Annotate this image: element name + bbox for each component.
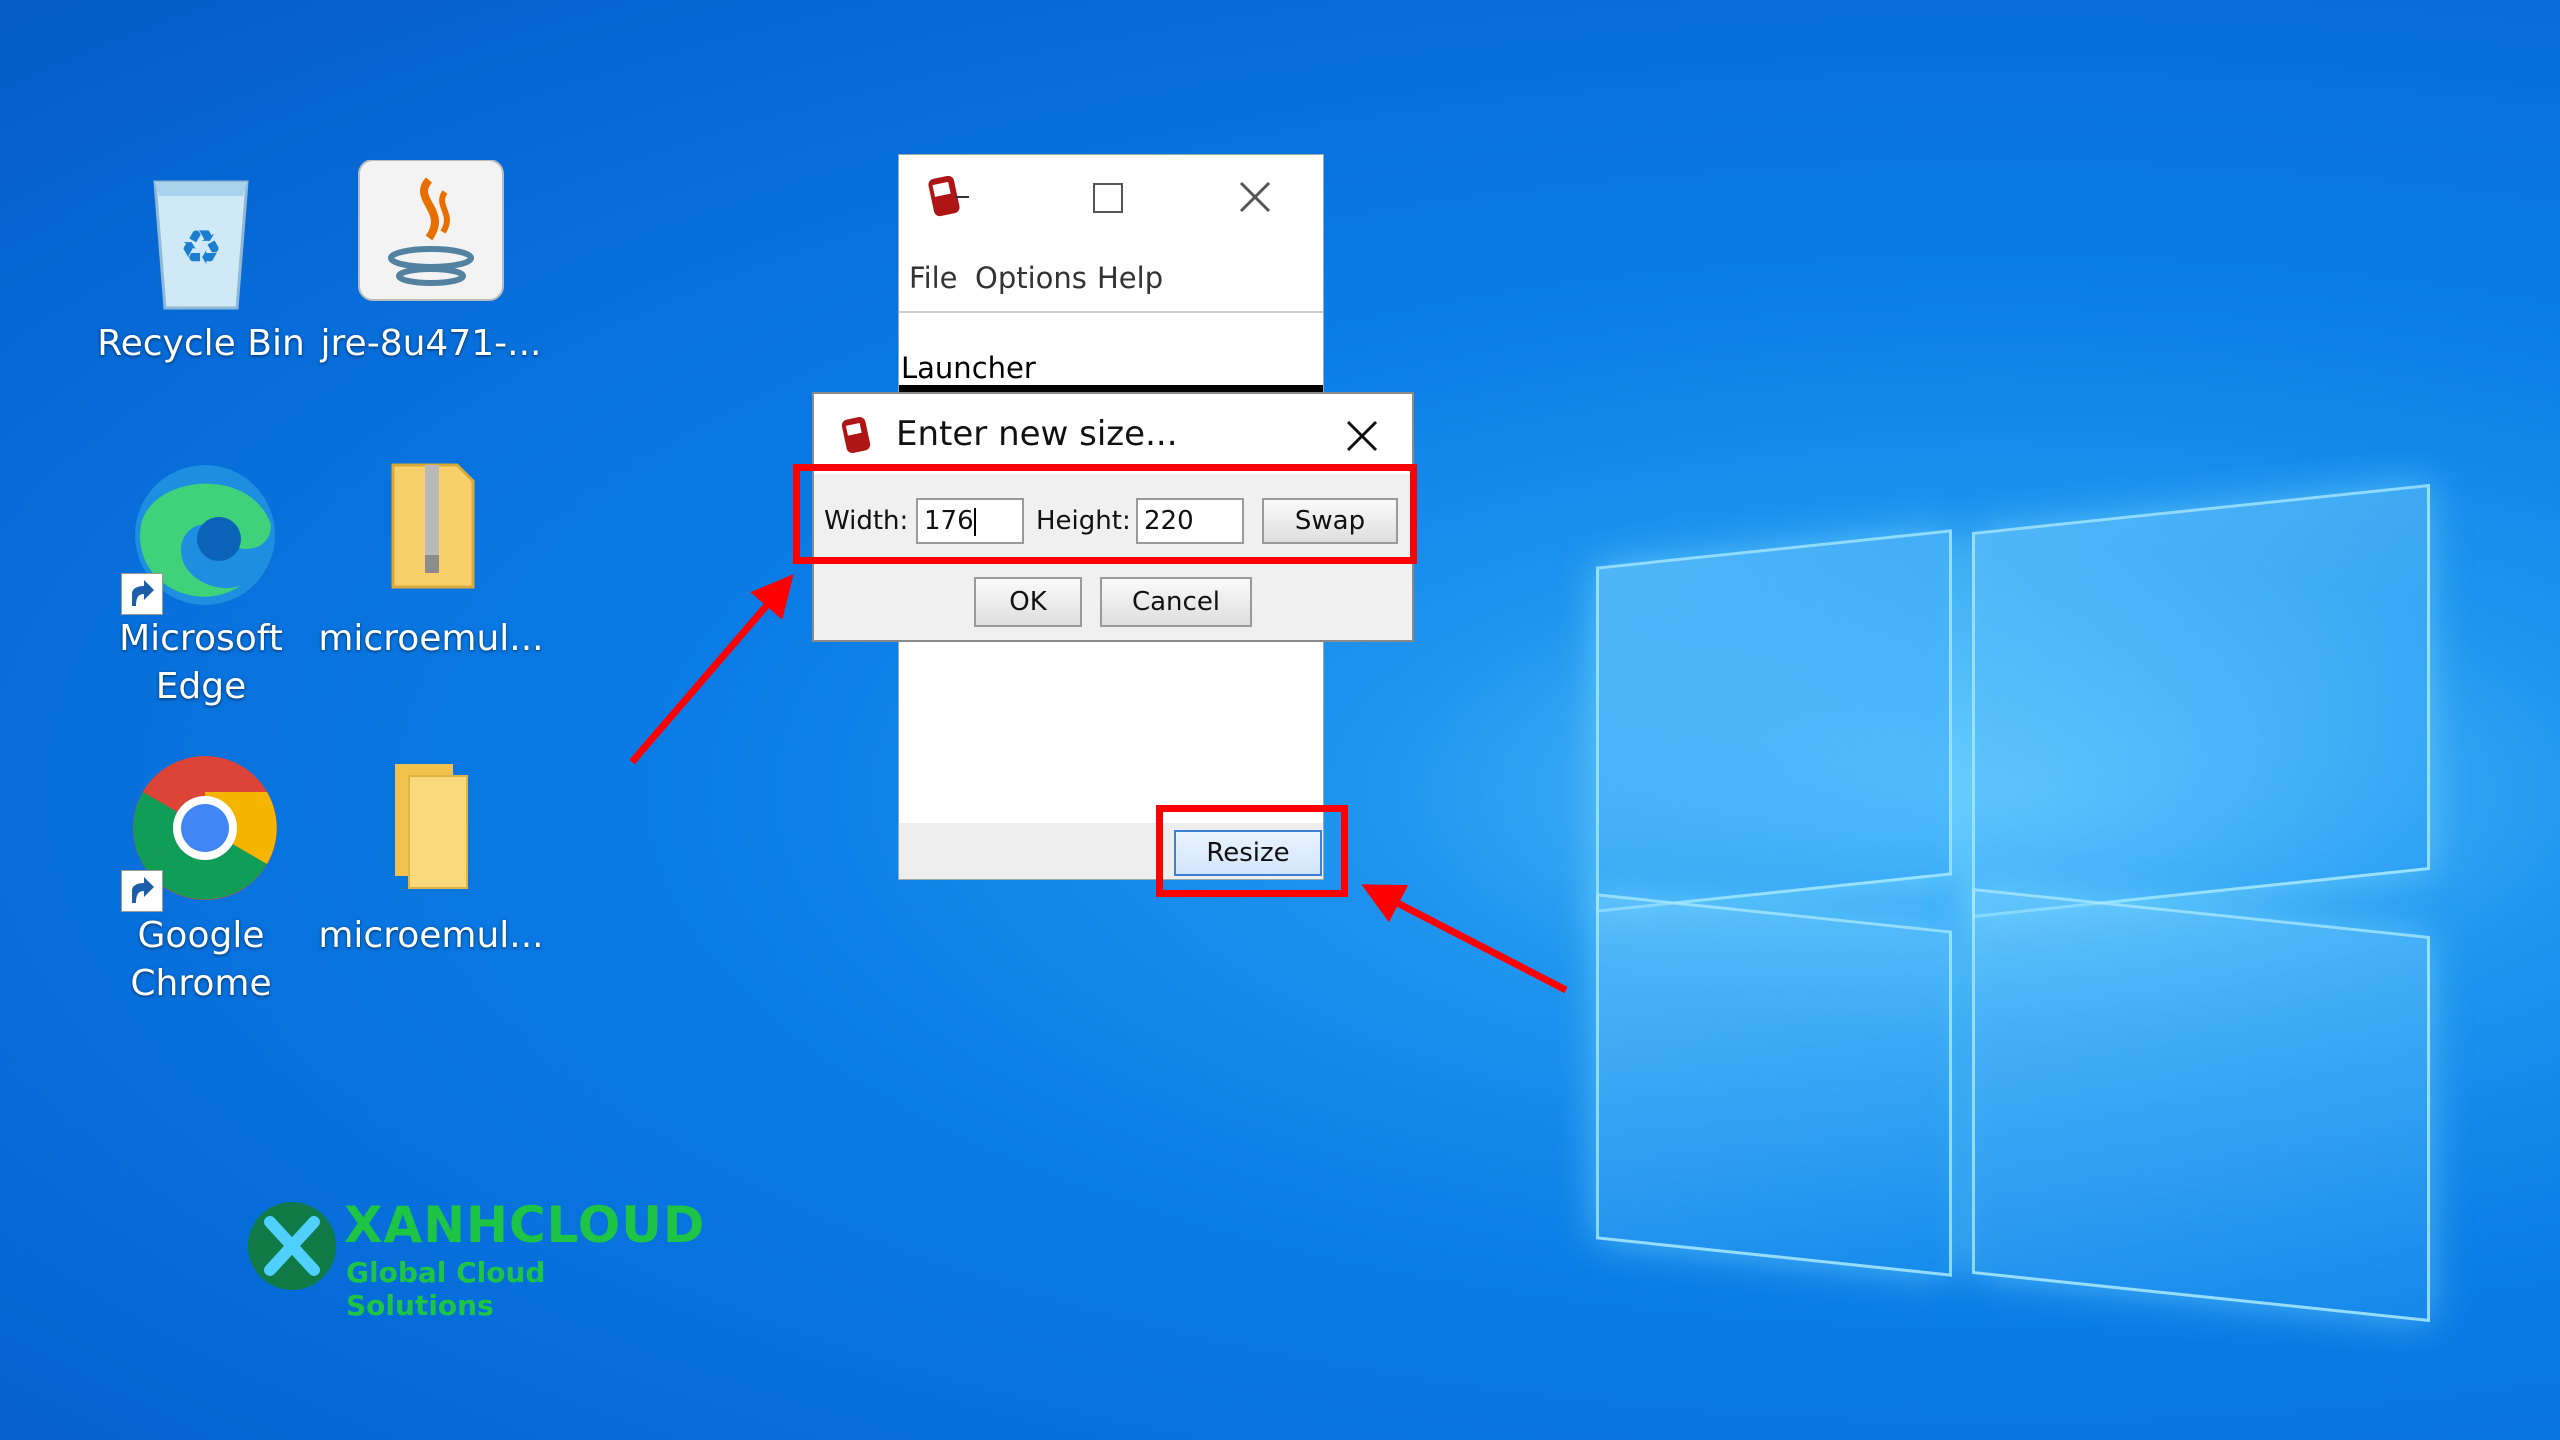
xanhcloud-logo: XANHCLOUD Global Cloud Solutions (246, 1196, 704, 1322)
arrow-to-size-fields (629, 574, 794, 765)
brand-name: XANHCLOUD (344, 1196, 706, 1254)
arrow-to-resize-button (1361, 884, 1568, 994)
x-logo-icon (246, 1200, 338, 1292)
brand-tagline: Global Cloud Solutions (346, 1256, 546, 1322)
